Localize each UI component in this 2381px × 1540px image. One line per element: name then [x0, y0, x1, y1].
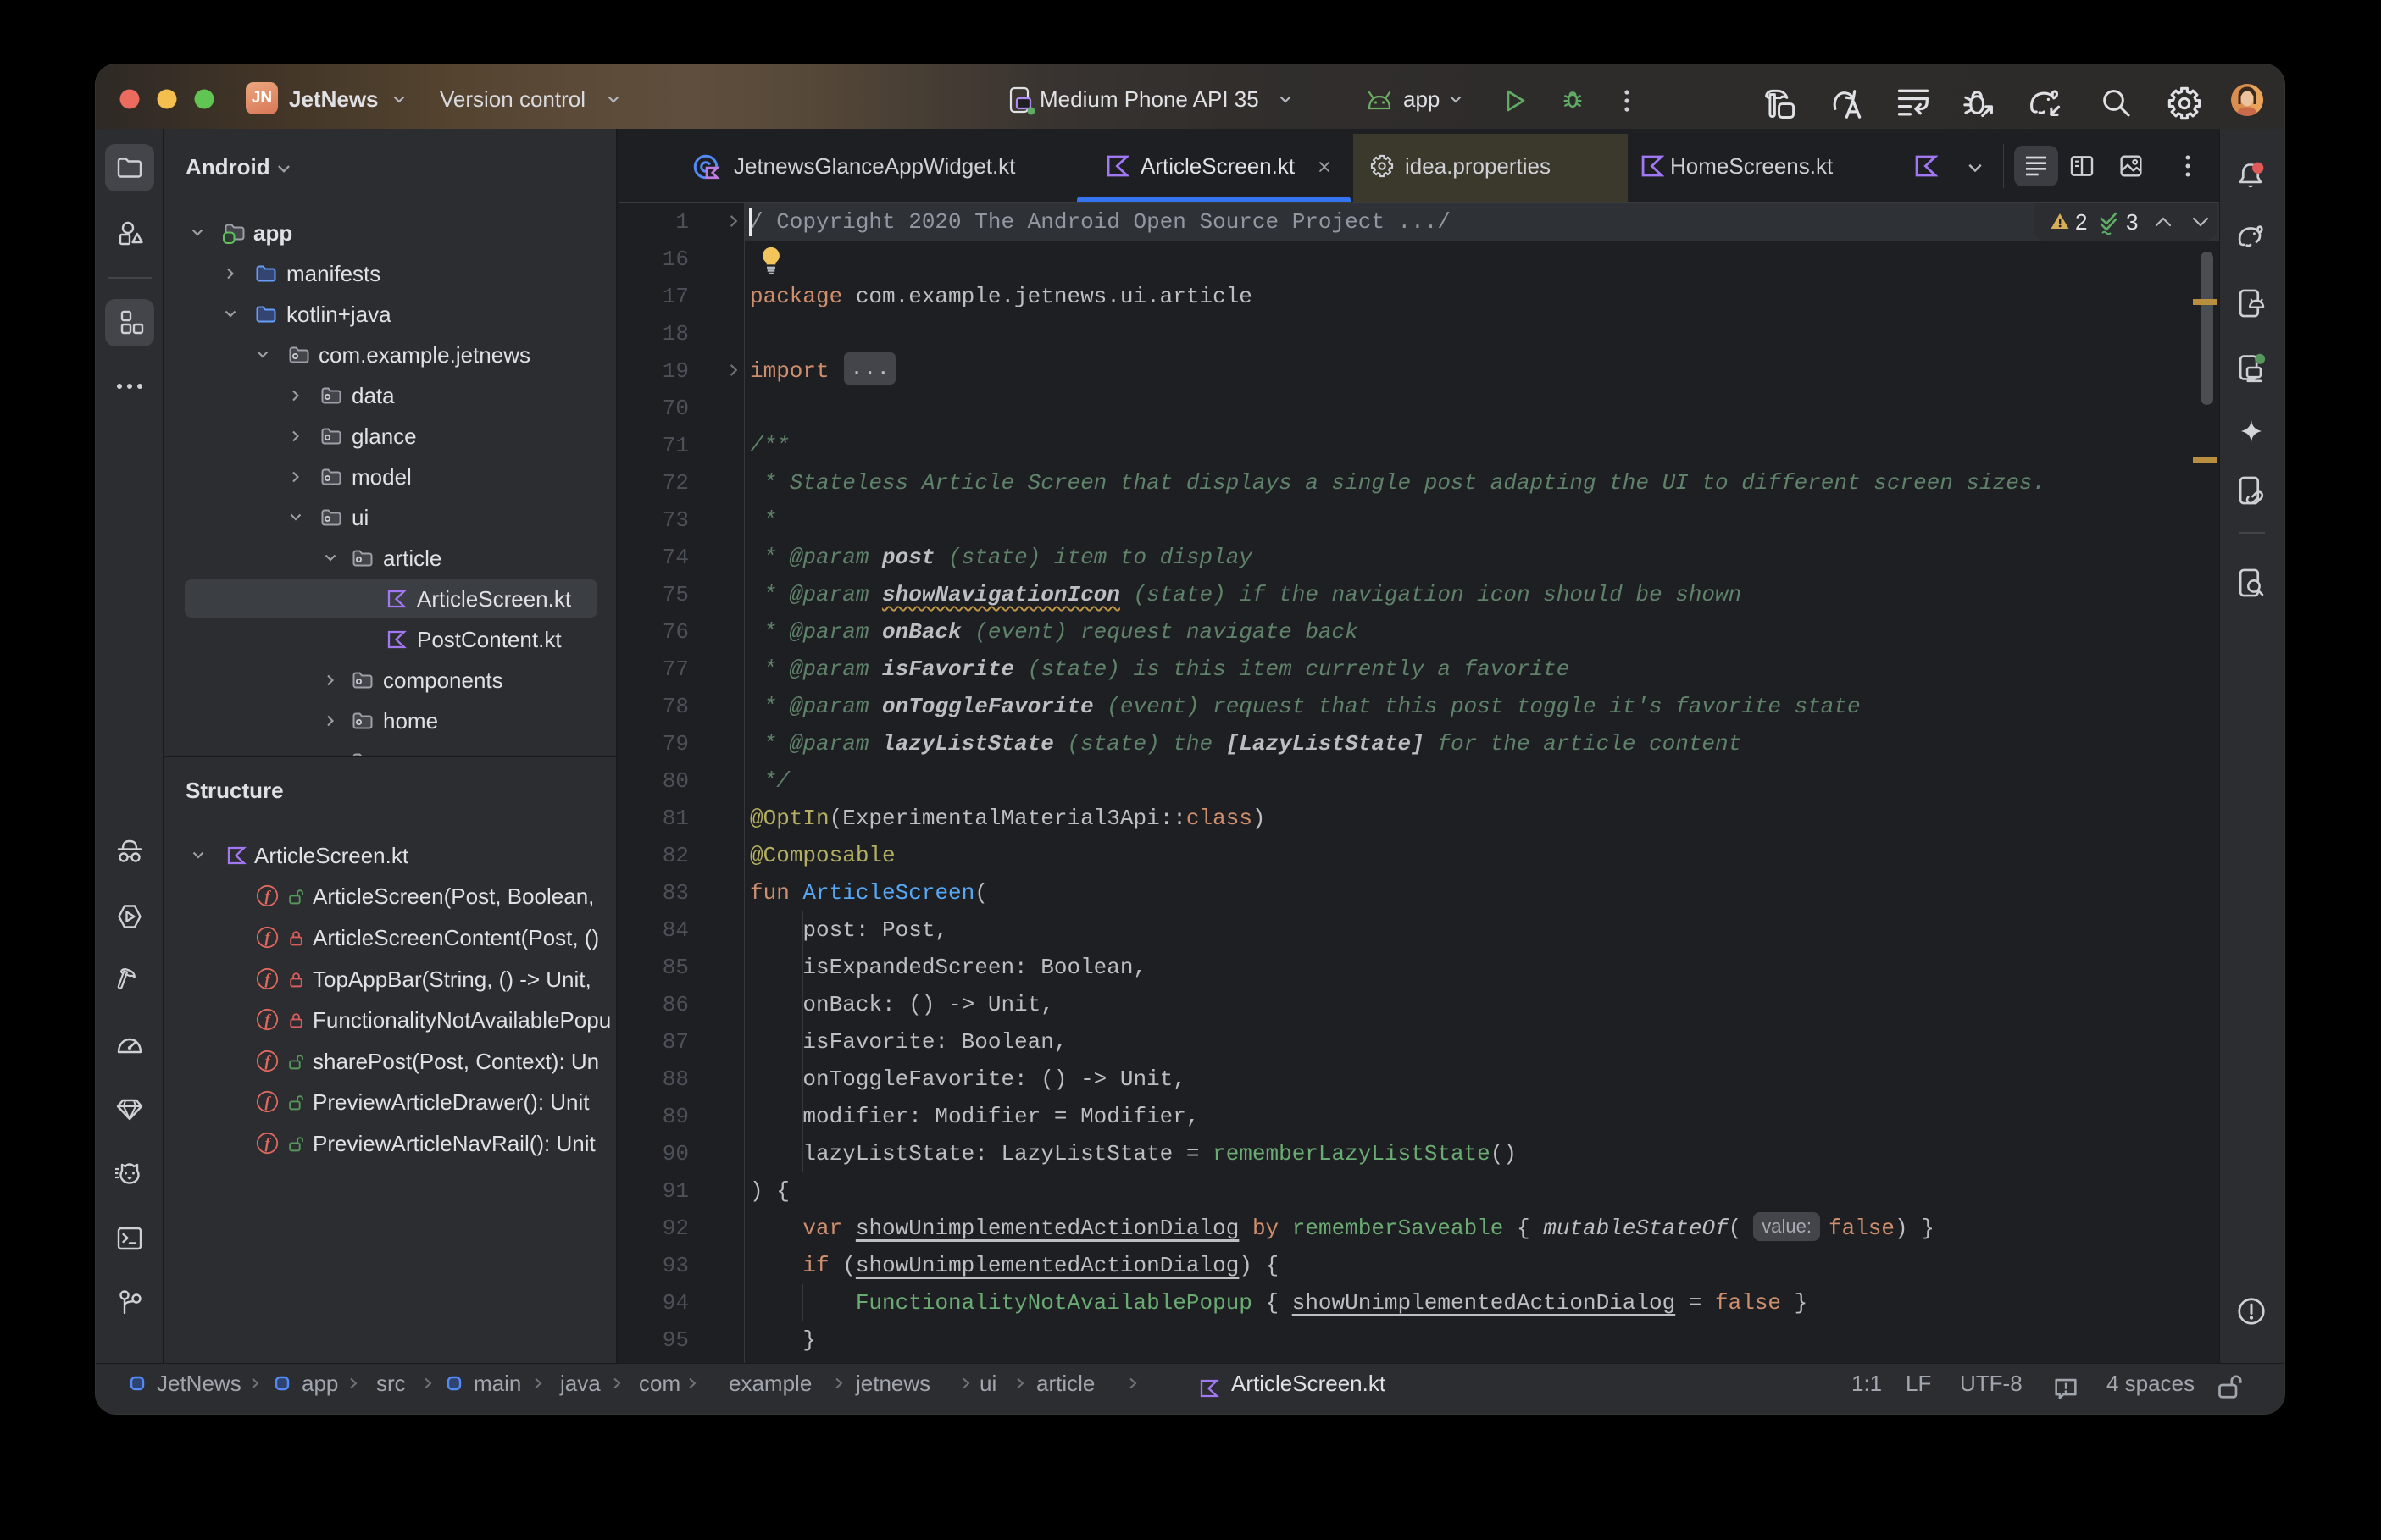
- svg-text:f: f: [265, 1053, 272, 1070]
- svg-text:f: f: [265, 1094, 272, 1111]
- svg-text:f: f: [265, 929, 272, 946]
- svg-text:f: f: [265, 1011, 272, 1028]
- svg-text:f: f: [265, 1135, 272, 1152]
- svg-text:f: f: [265, 971, 272, 988]
- svg-text:f: f: [265, 888, 272, 905]
